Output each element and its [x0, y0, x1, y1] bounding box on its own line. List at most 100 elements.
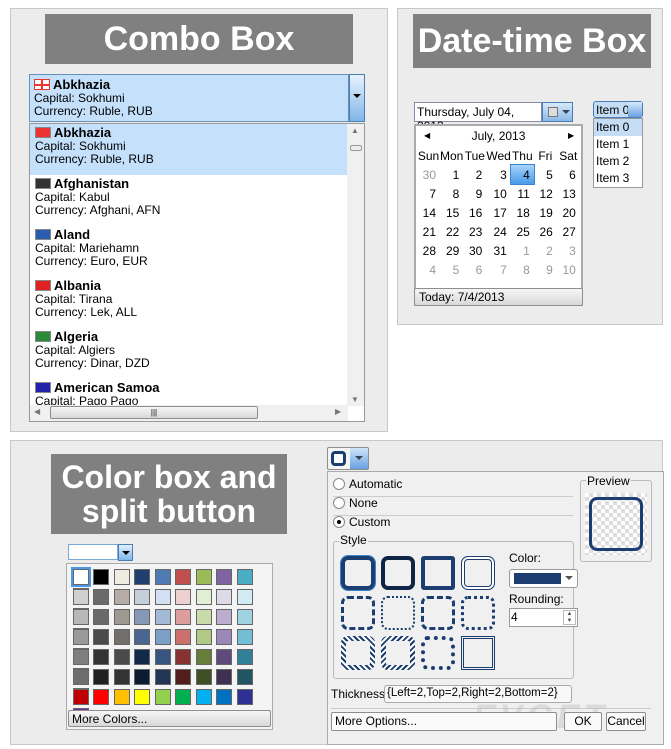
combo-box-selected[interactable]: Abkhazia Capital: Sokhumi Currency: Rubl… — [29, 74, 349, 122]
color-dropdown-button[interactable] — [118, 544, 133, 561]
color-swatch[interactable] — [72, 669, 89, 685]
calendar-day[interactable]: 9 — [534, 260, 557, 279]
color-swatch[interactable] — [236, 649, 253, 665]
color-swatch[interactable] — [175, 689, 191, 705]
next-month-icon[interactable]: ▶ — [568, 131, 574, 140]
radio-custom[interactable]: Custom — [333, 515, 390, 529]
border-style-option[interactable] — [461, 556, 495, 590]
color-swatch[interactable] — [195, 569, 212, 585]
calendar-day[interactable]: 1 — [511, 241, 534, 260]
color-dropdown[interactable] — [509, 569, 578, 588]
border-style-option[interactable] — [341, 596, 375, 630]
color-swatch[interactable] — [154, 689, 171, 705]
scroll-up-icon[interactable]: ▲ — [351, 126, 359, 135]
border-style-option[interactable] — [421, 556, 455, 590]
calendar-day[interactable]: 21 — [417, 222, 440, 241]
color-swatch[interactable] — [236, 689, 253, 705]
list-item[interactable]: Algeria Capital: Algiers Currency: Dinar, … — [30, 328, 348, 379]
color-swatch[interactable] — [175, 569, 191, 585]
border-style-option[interactable] — [421, 636, 455, 670]
calendar-day[interactable]: 20 — [557, 203, 580, 222]
color-swatch[interactable] — [175, 669, 191, 685]
color-swatch[interactable] — [236, 589, 253, 605]
border-style-option[interactable] — [381, 636, 415, 670]
calendar-day[interactable]: 4 — [417, 260, 440, 279]
calendar-day[interactable]: 6 — [463, 260, 486, 279]
calendar-day[interactable]: 7 — [417, 184, 440, 203]
color-swatch[interactable] — [216, 649, 232, 665]
color-box-input[interactable] — [68, 544, 118, 560]
color-swatch[interactable] — [113, 689, 130, 705]
color-swatch[interactable] — [70, 567, 91, 587]
color-swatch[interactable] — [93, 689, 109, 705]
color-swatch[interactable] — [236, 629, 253, 645]
color-swatch[interactable] — [113, 609, 130, 625]
calendar-day[interactable]: 2 — [463, 165, 486, 184]
vertical-scrollbar[interactable]: ▲ ▼ — [347, 124, 364, 406]
color-swatch[interactable] — [236, 609, 253, 625]
color-swatch[interactable] — [154, 609, 171, 625]
color-swatch[interactable] — [175, 629, 191, 645]
calendar-day[interactable]: 4 — [509, 164, 535, 185]
calendar-day[interactable]: 1 — [440, 165, 463, 184]
combo-dropdown-list[interactable]: Abkhazia Capital: Sokhumi Currency: Ruble,… — [29, 123, 365, 422]
color-swatch[interactable] — [134, 569, 150, 585]
calendar-day[interactable]: 26 — [534, 222, 557, 241]
color-swatch[interactable] — [216, 589, 232, 605]
calendar-day[interactable]: 27 — [557, 222, 580, 241]
border-style-option[interactable] — [381, 596, 415, 630]
border-style-option[interactable] — [461, 636, 495, 670]
calendar-day[interactable]: 23 — [463, 222, 486, 241]
dropdown-item[interactable]: Item 0 — [594, 119, 642, 136]
color-swatch[interactable] — [216, 669, 232, 685]
color-swatch[interactable] — [195, 669, 212, 685]
more-options-button[interactable]: More Options... — [331, 712, 557, 731]
border-style-option[interactable] — [341, 636, 375, 670]
color-swatch[interactable] — [72, 689, 89, 705]
color-swatch[interactable] — [236, 669, 253, 685]
color-swatch[interactable] — [134, 629, 150, 645]
date-input[interactable]: Thursday, July 04, 2013 — [414, 102, 542, 133]
calendar-day[interactable]: 25 — [511, 222, 534, 241]
color-swatch[interactable] — [113, 629, 130, 645]
calendar-day[interactable]: 30 — [463, 241, 486, 260]
radio-automatic[interactable]: Automatic — [333, 477, 402, 491]
calendar-day[interactable]: 3 — [557, 241, 580, 260]
calendar-day[interactable]: 11 — [511, 184, 534, 203]
list-item[interactable]: Albania Capital: Tirana Currency: Lek, ALL — [30, 277, 348, 328]
border-style-option[interactable] — [421, 596, 455, 630]
list-item[interactable]: Abkhazia Capital: Sokhumi Currency: Ruble,… — [30, 124, 348, 175]
calendar-day[interactable]: 24 — [486, 222, 510, 241]
scroll-down-icon[interactable]: ▼ — [351, 395, 359, 404]
calendar-day[interactable]: 2 — [534, 241, 557, 260]
color-swatch[interactable] — [134, 609, 150, 625]
horizontal-scrollbar[interactable]: ◀ ||| ▶ — [30, 405, 348, 421]
color-swatch[interactable] — [154, 589, 171, 605]
calendar-day[interactable]: 3 — [486, 165, 510, 184]
color-swatch[interactable] — [72, 629, 89, 645]
radio-none[interactable]: None — [333, 496, 378, 510]
h-scrollbar-thumb[interactable]: ||| — [50, 406, 258, 419]
color-swatch[interactable] — [93, 589, 109, 605]
color-swatch[interactable] — [154, 569, 171, 585]
scroll-right-icon[interactable]: ▶ — [335, 407, 341, 416]
color-swatch[interactable] — [93, 569, 109, 585]
color-swatch[interactable] — [154, 669, 171, 685]
list-item[interactable]: Afghanistan Capital: Kabul Currency: Afgha… — [30, 175, 348, 226]
today-button[interactable]: Today: 7/4/2013 — [414, 288, 583, 306]
calendar-day[interactable]: 16 — [463, 203, 486, 222]
color-swatch[interactable] — [93, 609, 109, 625]
more-colors-button[interactable]: More Colors... — [68, 710, 271, 727]
border-style-option[interactable] — [381, 556, 415, 590]
ok-button[interactable]: OK — [564, 712, 602, 731]
color-swatch[interactable] — [216, 609, 232, 625]
color-swatch[interactable] — [113, 669, 130, 685]
color-swatch[interactable] — [195, 629, 212, 645]
border-split-button[interactable] — [327, 447, 369, 470]
color-swatch[interactable] — [72, 649, 89, 665]
calendar-day[interactable]: 10 — [557, 260, 580, 279]
color-swatch[interactable] — [195, 689, 212, 705]
scroll-left-icon[interactable]: ◀ — [34, 407, 40, 416]
calendar-day[interactable]: 15 — [440, 203, 463, 222]
rounding-spinner[interactable]: 4 ▲ ▼ — [509, 608, 578, 627]
